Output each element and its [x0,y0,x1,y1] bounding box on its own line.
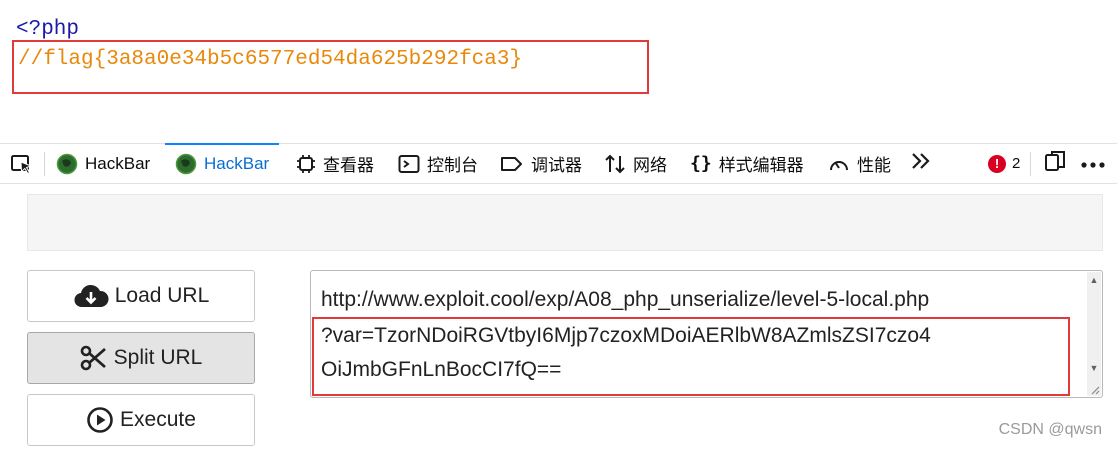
tab-label: 样式编辑器 [718,156,804,175]
tab-network[interactable]: 网络 [604,144,667,183]
dock-side-icon [1044,150,1066,177]
error-count: 2 [1012,155,1021,172]
style-editor-icon: {} [690,153,712,174]
flag-highlight-box [12,40,649,94]
inspector-icon [296,154,316,174]
execute-label: Execute [120,408,196,431]
error-icon: ! [988,154,1006,173]
split-url-label: Split URL [113,346,203,369]
play-circle-icon [86,406,114,434]
tab-debugger[interactable]: 调试器 [500,144,582,183]
overflow-menu-button[interactable] [1080,144,1106,183]
tab-console[interactable]: 控制台 [398,144,478,183]
more-dots-icon [1080,154,1106,174]
more-tabs-button[interactable] [910,144,932,183]
cloud-download-icon [73,283,109,309]
hackbar-menu-strip [27,194,1103,251]
tab-label: 控制台 [427,156,478,175]
php-open-tag: <?php [16,18,80,41]
tab-label: 调试器 [531,156,582,175]
tab-label: HackBar [85,153,151,173]
payload-highlight-box [312,317,1070,396]
split-url-button[interactable]: Split URL [27,332,255,384]
scroll-up-arrow-icon[interactable]: ▲ [1087,275,1101,285]
load-url-button[interactable]: Load URL [27,270,255,322]
scroll-down-arrow-icon[interactable]: ▼ [1087,363,1101,373]
hackbar-globe-icon [56,153,78,175]
tab-style-editor[interactable]: {} 样式编辑器 [690,144,804,183]
watermark: CSDN @qwsn [998,421,1102,438]
resize-grip-icon[interactable] [1090,385,1100,395]
element-picker-icon[interactable] [10,144,34,183]
toolbar-separator [1030,152,1031,176]
tab-label: 性能 [857,156,891,175]
dock-toggle-button[interactable] [1044,144,1066,183]
tab-label: 查看器 [323,156,374,175]
textarea-scrollbar[interactable] [1087,272,1101,396]
network-icon [604,153,626,175]
tab-hackbar-2[interactable]: HackBar [164,143,280,183]
console-icon [398,154,420,174]
chevron-double-right-icon [910,152,932,175]
toolbar-separator [44,152,45,176]
scissors-icon [80,345,108,371]
tab-label: 网络 [633,156,667,175]
execute-button[interactable]: Execute [27,394,255,446]
load-url-label: Load URL [114,284,210,307]
url-line: http://www.exploit.cool/exp/A08_php_unse… [321,288,930,311]
tab-performance[interactable]: 性能 [828,144,891,183]
error-count-badge[interactable]: ! 2 [988,144,1020,183]
tab-label: HackBar [204,153,270,173]
debugger-icon [500,155,524,173]
tab-hackbar-1[interactable]: HackBar [56,144,150,183]
hackbar-globe-icon [175,153,197,175]
devtools-toolbar: HackBar HackBar 查看器 控制台 调试器 网络 {} 样式编辑器 [0,143,1117,184]
tab-inspector[interactable]: 查看器 [296,144,374,183]
performance-icon [828,154,850,174]
